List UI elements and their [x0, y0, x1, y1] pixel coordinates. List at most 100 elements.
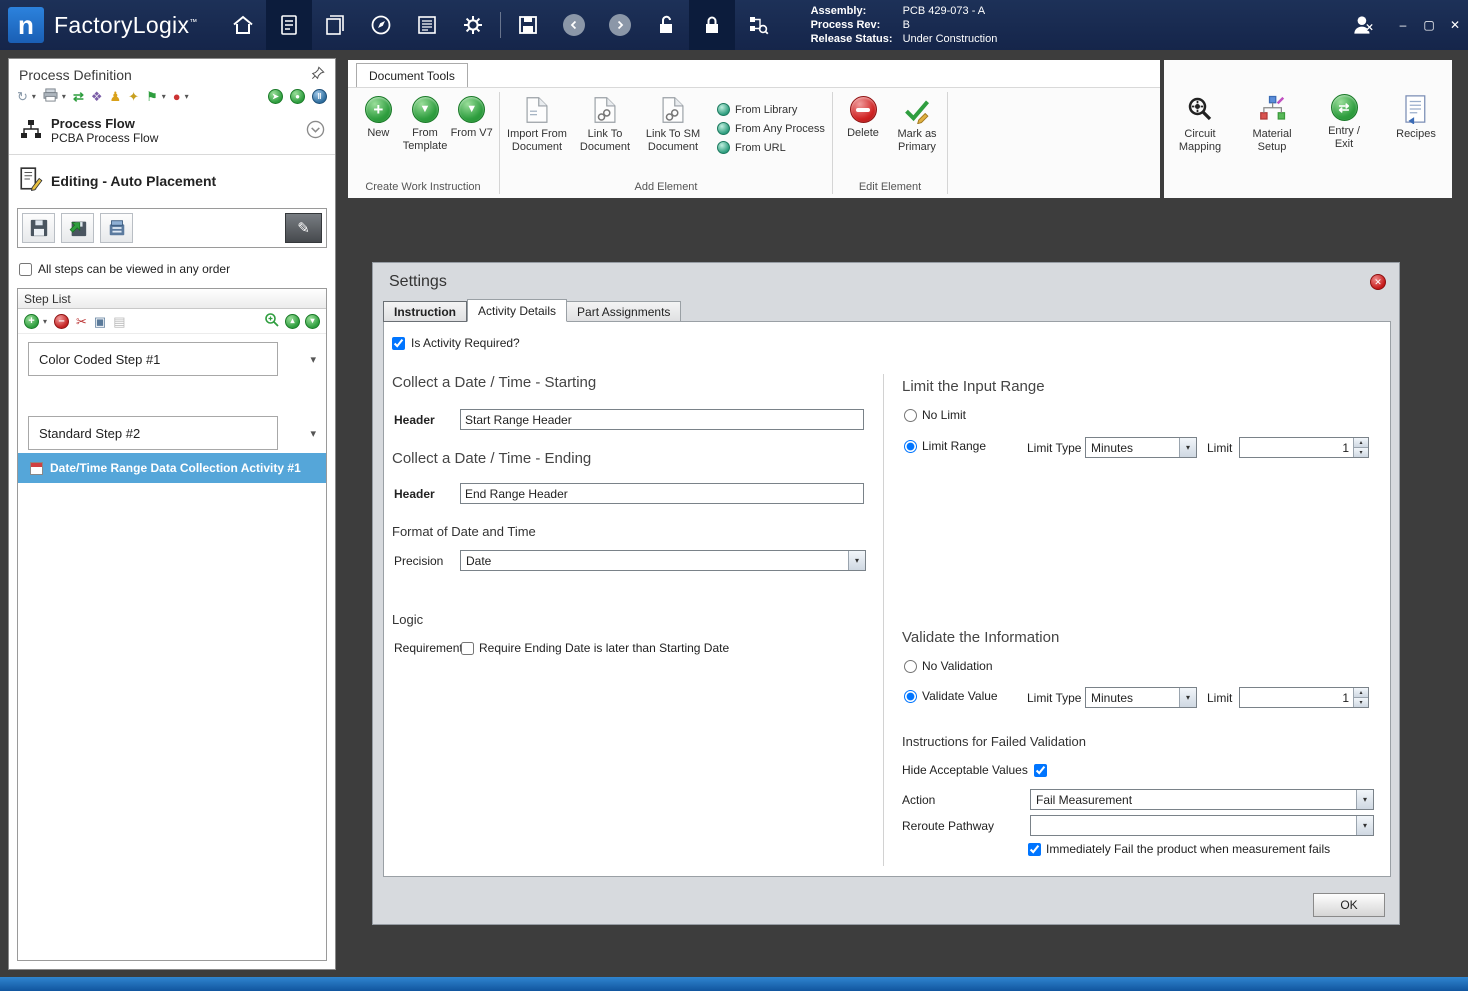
dialog-tabs: Instruction Activity Details Part Assign… [383, 299, 682, 322]
pause-icon[interactable]: ‖ [312, 89, 327, 104]
ok-button[interactable]: OK [1313, 893, 1385, 917]
process-search-icon[interactable] [735, 0, 781, 50]
activity-required-checkbox[interactable] [392, 336, 405, 350]
copy-icon[interactable]: ▣ [94, 314, 106, 329]
limit-type-select[interactable]: Minutes ▾ [1085, 437, 1197, 458]
recipes-button[interactable]: Recipes [1390, 94, 1442, 141]
remove-step-icon[interactable]: – [54, 313, 70, 329]
search-steps-icon[interactable] [264, 312, 280, 331]
undo-icon[interactable]: ↻ [17, 89, 28, 104]
import-from-document-button[interactable]: Import From Document [505, 96, 569, 154]
save-step-button[interactable] [22, 213, 55, 243]
circuit-mapping-button[interactable]: Circuit Mapping [1174, 94, 1226, 154]
tab-activity-details[interactable]: Activity Details [467, 299, 568, 322]
step-chevron-icon[interactable]: ▾ [310, 427, 316, 440]
badge-icon[interactable]: ❖ [91, 89, 103, 104]
mark-as-primary-button[interactable]: Mark as Primary [892, 96, 942, 154]
record-icon[interactable]: ● [290, 89, 305, 104]
end-header-input[interactable] [460, 483, 864, 504]
dialog-close-icon[interactable]: ✕ [1370, 274, 1386, 290]
back-icon[interactable] [551, 0, 597, 50]
maximize-button[interactable]: ▢ [1416, 0, 1442, 50]
from-template-button[interactable]: ▼ From Template [403, 96, 448, 153]
immediate-fail-checkbox[interactable] [1028, 842, 1041, 856]
reports-icon[interactable] [404, 0, 450, 50]
column-divider [883, 374, 884, 866]
flag-dropdown-icon[interactable]: ▾ [162, 92, 166, 101]
hide-values-checkbox[interactable] [1033, 763, 1047, 777]
undo-dropdown-icon[interactable]: ▾ [32, 92, 36, 101]
tab-part-assignments[interactable]: Part Assignments [567, 301, 682, 322]
award-icon[interactable]: ✦ [128, 89, 139, 104]
limit-range-radio[interactable] [904, 439, 917, 453]
edit-step-button[interactable]: ✎ [285, 213, 322, 243]
material-setup-button[interactable]: Material Setup [1246, 94, 1298, 154]
play-icon[interactable]: ➤ [268, 89, 283, 104]
start-header-input[interactable] [460, 409, 864, 430]
add-step-icon[interactable]: + [24, 313, 39, 329]
from-url-button[interactable]: From URL [717, 141, 825, 154]
tab-document-tools[interactable]: Document Tools [356, 63, 468, 87]
reroute-select[interactable]: ▾ [1030, 815, 1374, 836]
forward-icon[interactable] [597, 0, 643, 50]
step-chevron-icon[interactable]: ▾ [310, 353, 316, 366]
validate-value-radio[interactable] [904, 689, 917, 703]
spin-up-icon[interactable]: ▴ [1354, 688, 1368, 697]
spin-down-icon[interactable]: ▾ [1354, 697, 1368, 707]
limit-spinner[interactable]: 1 ▴ ▾ [1239, 437, 1369, 458]
navigator-icon[interactable] [358, 0, 404, 50]
collapse-all-icon[interactable]: ▾ [305, 313, 320, 329]
minimize-button[interactable]: – [1390, 0, 1416, 50]
tab-instruction[interactable]: Instruction [383, 301, 467, 322]
delete-button[interactable]: Delete [838, 96, 888, 140]
spin-down-icon[interactable]: ▾ [1354, 447, 1368, 457]
save-icon[interactable] [505, 0, 551, 50]
link-to-sm-document-button[interactable]: Link To SM Document [641, 96, 705, 154]
action-select[interactable]: Fail Measurement ▾ [1030, 789, 1374, 810]
user-icon[interactable]: ♟ [110, 89, 122, 104]
step-row: Standard Step #2 ▾ [18, 416, 326, 450]
import-button[interactable] [61, 213, 94, 243]
view-order-checkbox[interactable] [19, 262, 32, 276]
logout-user-icon[interactable] [1336, 0, 1390, 50]
status-icon[interactable]: ● [173, 89, 181, 104]
pin-icon[interactable] [311, 66, 325, 83]
from-any-process-button[interactable]: From Any Process [717, 122, 825, 135]
link-to-document-button[interactable]: Link To Document [573, 96, 637, 154]
export-button[interactable] [100, 213, 133, 243]
lock-icon[interactable] [688, 0, 735, 50]
settings-gear-icon[interactable] [450, 0, 496, 50]
home-icon[interactable] [220, 0, 266, 50]
print-icon[interactable] [43, 88, 58, 105]
print-dropdown-icon[interactable]: ▾ [62, 92, 66, 101]
process-flow-item[interactable]: Process Flow PCBA Process Flow [9, 110, 335, 152]
status-dropdown-icon[interactable]: ▾ [185, 92, 189, 101]
no-validation-radio[interactable] [904, 659, 917, 673]
no-limit-radio[interactable] [904, 408, 917, 422]
paste-icon[interactable]: ▤ [113, 314, 125, 329]
validate-limit-spinner[interactable]: 1 ▴ ▾ [1239, 687, 1369, 708]
documents-icon[interactable] [312, 0, 358, 50]
spin-up-icon[interactable]: ▴ [1354, 438, 1368, 447]
cut-icon[interactable]: ✂ [76, 314, 87, 329]
expand-all-icon[interactable]: ▴ [285, 313, 300, 329]
close-button[interactable]: ✕ [1442, 0, 1468, 50]
requirement-checkbox[interactable] [461, 641, 474, 655]
add-step-dropdown-icon[interactable]: ▾ [43, 317, 47, 326]
from-v7-button[interactable]: ▼ From V7 [449, 96, 494, 140]
entry-exit-button[interactable]: ⇄ Entry / Exit [1318, 94, 1370, 151]
from-library-button[interactable]: From Library [717, 103, 825, 116]
validate-type-select[interactable]: Minutes ▾ [1085, 687, 1197, 708]
process-definition-icon[interactable] [265, 0, 312, 50]
flag-icon[interactable]: ⚑ [146, 89, 158, 104]
collapse-circle-icon[interactable] [306, 120, 325, 142]
transfer-icon[interactable]: ⇄ [73, 89, 84, 104]
selected-activity-row[interactable]: Date/Time Range Data Collection Activity… [18, 453, 326, 483]
validate-type-label: Limit Type [1027, 690, 1082, 705]
step-item[interactable]: Standard Step #2 [28, 416, 278, 450]
titlebar: n FactoryLogix™ Assembly: PCB 429-073 - … [0, 0, 1468, 50]
new-button[interactable]: + New [356, 96, 401, 140]
step-item[interactable]: Color Coded Step #1 [28, 342, 278, 376]
unlock-icon[interactable] [643, 0, 689, 50]
precision-select[interactable]: Date ▾ [460, 550, 866, 571]
